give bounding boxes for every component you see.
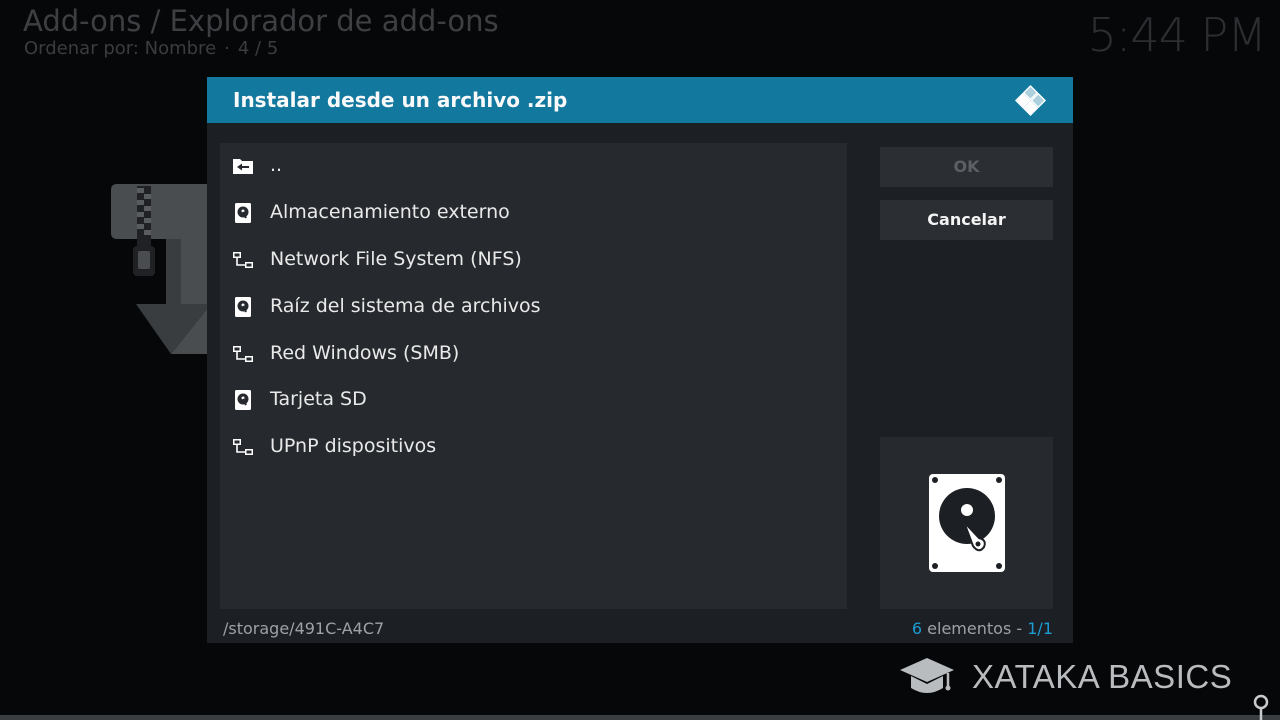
list-item-sd-card[interactable]: Tarjeta SD <box>220 377 847 423</box>
item-count-page: 1/1 <box>1027 619 1053 638</box>
hard-drive-icon <box>235 390 251 410</box>
network-icon <box>233 439 253 455</box>
sort-separator: · <box>224 38 230 59</box>
kodi-logo-icon <box>1014 84 1047 117</box>
current-path: /storage/491C-A4C7 <box>223 619 385 638</box>
location-pin-icon <box>1253 694 1269 720</box>
item-count-number: 6 <box>911 619 923 638</box>
preview-panel <box>880 437 1053 609</box>
file-list: .. Almacenamiento externo Network File S… <box>220 143 847 609</box>
list-item-label: Tarjeta SD <box>270 388 367 410</box>
ok-button[interactable]: OK <box>880 147 1053 187</box>
list-item-label: UPnP dispositivos <box>270 435 437 457</box>
item-count-separator: - <box>1016 619 1023 638</box>
clock: 5:44 PM <box>1087 8 1267 62</box>
dialog-title: Instalar desde un archivo .zip <box>233 88 568 112</box>
background-title: Add-ons / Explorador de add-ons <box>23 4 499 38</box>
hard-drive-icon <box>235 203 251 223</box>
item-count-label: elementos <box>927 619 1012 638</box>
graduation-cap-icon <box>900 658 954 693</box>
zip-install-icon <box>111 184 211 354</box>
network-icon <box>233 252 253 268</box>
list-item-parent-folder[interactable]: .. <box>220 143 847 189</box>
list-item-upnp[interactable]: UPnP dispositivos <box>220 424 847 470</box>
list-item-label: .. <box>270 154 283 176</box>
list-item-label: Network File System (NFS) <box>270 248 522 270</box>
list-item-root-filesystem[interactable]: Raíz del sistema de archivos <box>220 284 847 330</box>
background-subtitle: Ordenar por: Nombre · 4 / 5 <box>24 38 278 59</box>
list-item-label: Red Windows (SMB) <box>270 342 460 364</box>
cancel-button[interactable]: Cancelar <box>880 200 1053 240</box>
hard-drive-icon <box>235 297 251 317</box>
dialog-header: Instalar desde un archivo .zip <box>207 77 1073 123</box>
list-item-nfs[interactable]: Network File System (NFS) <box>220 237 847 283</box>
list-item-label: Almacenamiento externo <box>270 201 510 223</box>
list-item-external-storage[interactable]: Almacenamiento externo <box>220 190 847 236</box>
watermark-text: XATAKA BASICS <box>972 658 1233 695</box>
install-zip-dialog: Instalar desde un archivo .zip .. Almace… <box>207 77 1073 643</box>
item-count: 6 elementos - 1/1 <box>912 619 1053 638</box>
folder-back-icon <box>233 159 253 174</box>
network-icon <box>233 346 253 362</box>
hard-drive-icon <box>929 474 1005 572</box>
list-item-label: Raíz del sistema de archivos <box>270 295 541 317</box>
watermark: XATAKA BASICS <box>898 654 1232 700</box>
bottom-bar <box>0 715 1280 720</box>
sort-label: Ordenar por: Nombre <box>24 38 217 59</box>
list-item-smb[interactable]: Red Windows (SMB) <box>220 331 847 377</box>
page-indicator: 4 / 5 <box>237 38 279 59</box>
